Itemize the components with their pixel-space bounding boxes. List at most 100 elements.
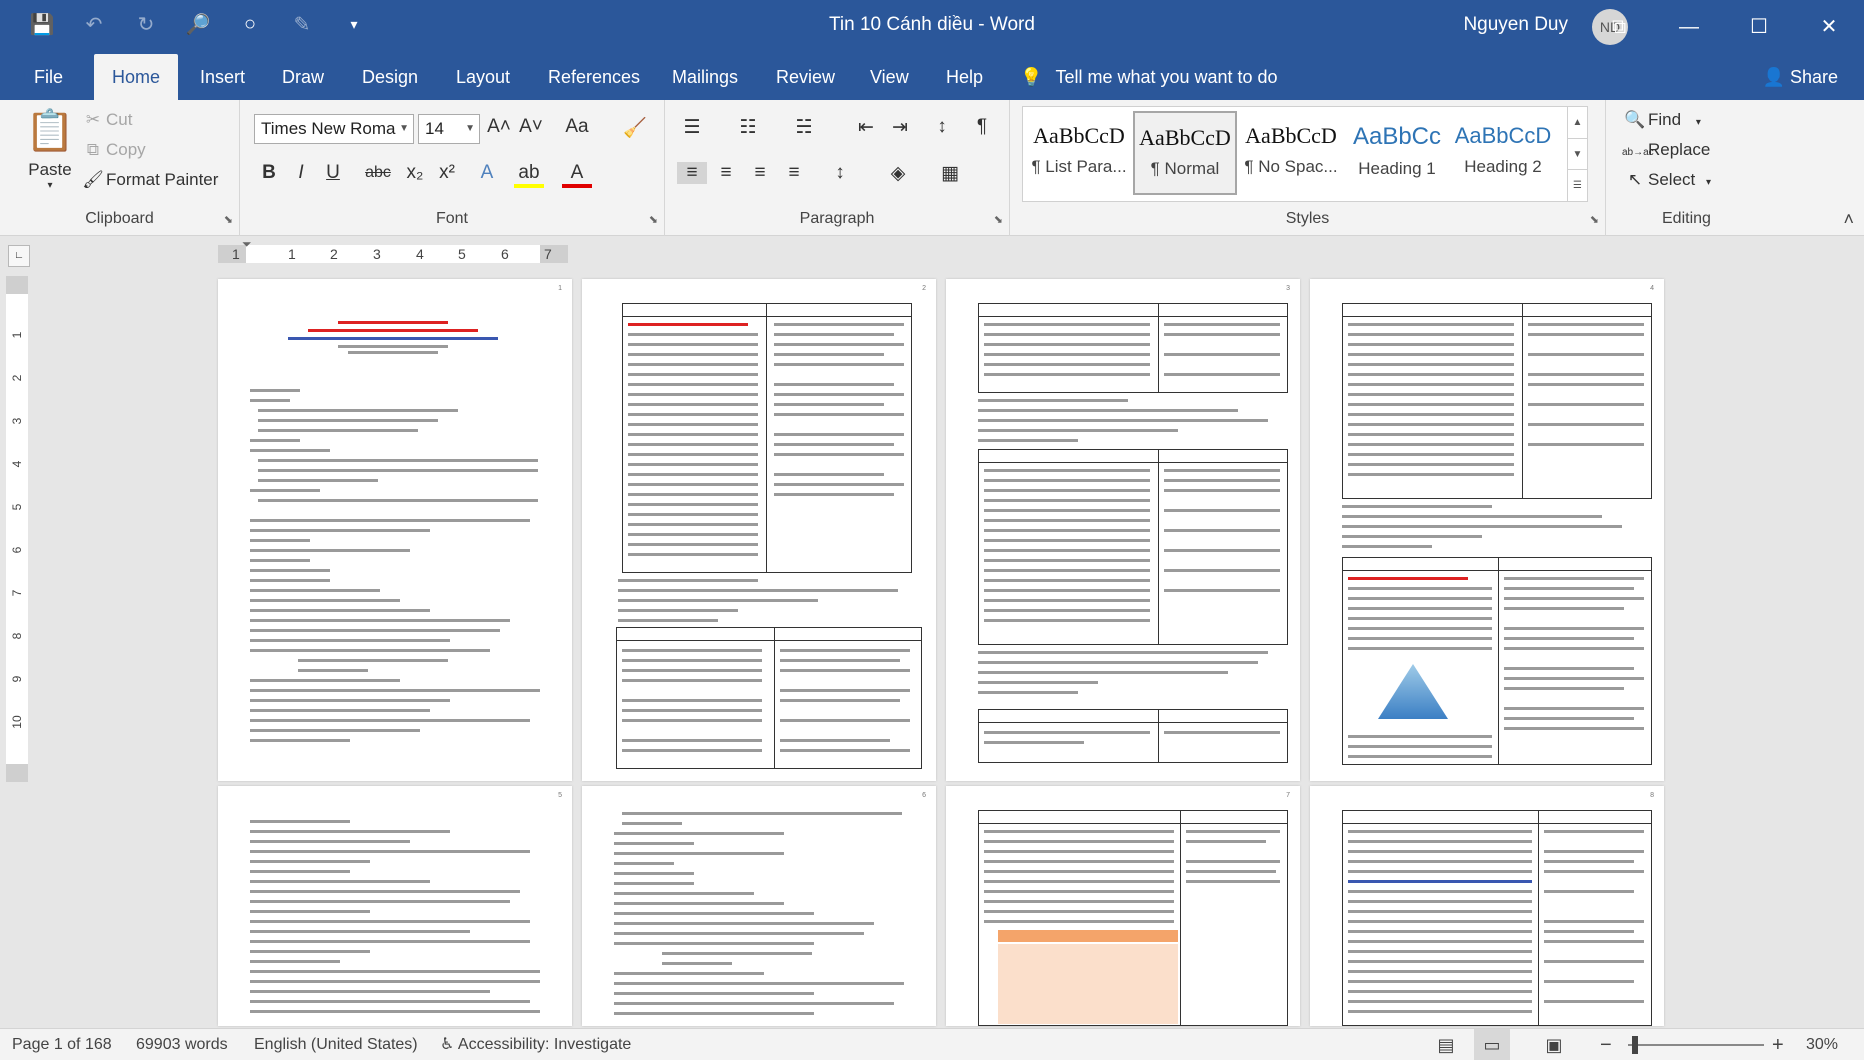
cut-button[interactable]: ✂ Cut [80, 110, 133, 130]
font-color-icon[interactable]: A [562, 162, 592, 188]
indent-marker-icon[interactable]: ⏷ [242, 237, 252, 252]
grow-font-icon[interactable]: A˄ [484, 116, 514, 138]
share-button[interactable]: 👤 Share [1763, 54, 1838, 100]
chevron-up-icon[interactable]: ▲ [1568, 107, 1587, 138]
bullets-icon[interactable]: ☰ [677, 116, 707, 139]
tab-references[interactable]: References [548, 54, 640, 100]
numbering-icon[interactable]: ☷ [733, 116, 763, 139]
horizontal-ruler[interactable]: 1 1 2 3 4 5 6 7 ⏷ [218, 237, 568, 263]
dialog-launcher-icon[interactable]: ⬊ [994, 213, 1003, 226]
align-left-icon[interactable]: ≡ [677, 162, 707, 184]
show-formatting-icon[interactable]: ¶ [967, 116, 997, 138]
zoom-slider[interactable] [1628, 1044, 1764, 1046]
accessibility-status[interactable]: ♿ Accessibility: Investigate [440, 1029, 631, 1060]
decrease-indent-icon[interactable]: ⇤ [851, 116, 881, 139]
more-styles-icon[interactable]: ☰ [1568, 169, 1587, 200]
chevron-down-icon[interactable]: ▼ [465, 115, 475, 143]
sort-icon[interactable]: ↕ [927, 116, 957, 138]
tab-layout[interactable]: Layout [456, 54, 510, 100]
replace-button[interactable]: ab→acReplace [1622, 140, 1710, 160]
multilevel-list-icon[interactable]: ☵ [789, 116, 819, 139]
tell-me-search[interactable]: 💡 Tell me what you want to do [1020, 54, 1278, 100]
ribbon-display-icon[interactable]: ⧉ [1584, 0, 1654, 54]
page[interactable]: 7 [946, 786, 1300, 1026]
strikethrough-icon[interactable]: abc [360, 164, 396, 182]
zoom-in-icon[interactable]: + [1772, 1029, 1784, 1060]
tab-help[interactable]: Help [946, 54, 983, 100]
font-name-combo[interactable]: Times New Roma ▼ [254, 114, 414, 144]
page[interactable]: 6 [582, 786, 936, 1026]
language[interactable]: English (United States) [254, 1029, 418, 1060]
copy-button[interactable]: ⧉ Copy [80, 140, 146, 160]
style-list-paragraph[interactable]: AaBbCcD ¶ List Para... [1027, 111, 1131, 195]
zoom-out-icon[interactable]: − [1600, 1029, 1612, 1060]
ruler-number: 6 [501, 246, 509, 262]
underline-icon[interactable]: U [318, 162, 348, 184]
style-no-spacing[interactable]: AaBbCcD ¶ No Spac... [1239, 111, 1343, 195]
tab-selector[interactable]: ∟ [8, 245, 30, 267]
clear-formatting-icon[interactable]: 🧹 [620, 116, 650, 140]
vertical-ruler[interactable]: 1 2 3 4 5 6 7 8 9 10 [6, 276, 28, 782]
page[interactable]: 3 [946, 279, 1300, 781]
vruler-margin-bottom [6, 764, 28, 782]
style-heading-1[interactable]: AaBbCc Heading 1 [1345, 111, 1449, 195]
align-center-icon[interactable]: ≡ [711, 162, 741, 184]
tab-home[interactable]: Home [94, 54, 178, 100]
user-name[interactable]: Nguyen Duy [1463, 14, 1568, 36]
bold-icon[interactable]: B [254, 162, 284, 184]
tab-design[interactable]: Design [362, 54, 418, 100]
maximize-button[interactable]: ☐ [1724, 0, 1794, 54]
page-count[interactable]: Page 1 of 168 [12, 1029, 112, 1060]
ruler-number: 2 [10, 374, 24, 382]
font-size-combo[interactable]: 14 ▼ [418, 114, 480, 144]
styles-scroll[interactable]: ▲ ▼ ☰ [1567, 107, 1587, 201]
chevron-down-icon: ▾ [47, 180, 53, 191]
text-effects-icon[interactable]: A [472, 162, 502, 184]
minimize-button[interactable]: — [1654, 0, 1724, 54]
align-right-icon[interactable]: ≡ [745, 162, 775, 184]
style-normal[interactable]: AaBbCcD ¶ Normal [1133, 111, 1237, 195]
format-painter-button[interactable]: 🖌 Format Painter [80, 170, 218, 190]
borders-icon[interactable]: ▦ [935, 162, 965, 185]
accessibility-icon: ♿ [440, 1036, 455, 1053]
dialog-launcher-icon[interactable]: ⬊ [649, 213, 658, 226]
page[interactable]: 1 [218, 279, 572, 781]
style-heading-2[interactable]: AaBbCcD Heading 2 [1451, 111, 1555, 195]
highlight-icon[interactable]: ab [514, 162, 544, 188]
read-mode-icon[interactable]: ▤ [1428, 1029, 1464, 1060]
select-button[interactable]: ↖ Select ▾ [1622, 170, 1711, 190]
tab-file[interactable]: File [34, 54, 63, 100]
dialog-launcher-icon[interactable]: ⬊ [1590, 213, 1599, 226]
italic-icon[interactable]: I [286, 162, 316, 184]
subscript-icon[interactable]: x₂ [400, 162, 430, 184]
paste-button[interactable]: 📋 Paste ▾ [22, 106, 78, 191]
zoom-level[interactable]: 30% [1806, 1029, 1838, 1060]
page[interactable]: 8 [1310, 786, 1664, 1026]
line-spacing-icon[interactable]: ↕ [825, 162, 855, 184]
shrink-font-icon[interactable]: A˅ [516, 116, 546, 138]
print-layout-icon[interactable]: ▭ [1474, 1029, 1510, 1060]
increase-indent-icon[interactable]: ⇥ [885, 116, 915, 139]
page[interactable]: 5 [218, 786, 572, 1026]
close-button[interactable]: ✕ [1794, 0, 1864, 54]
chevron-down-icon[interactable]: ▼ [1568, 138, 1587, 169]
web-layout-icon[interactable]: ▣ [1536, 1029, 1572, 1060]
collapse-ribbon-icon[interactable]: ˄ [1843, 209, 1854, 230]
justify-icon[interactable]: ≡ [779, 162, 809, 184]
change-case-icon[interactable]: Aa [562, 116, 592, 138]
ruler-number: 9 [10, 675, 24, 683]
tab-review[interactable]: Review [776, 54, 835, 100]
zoom-slider-thumb[interactable] [1632, 1036, 1638, 1054]
page[interactable]: 4 [1310, 279, 1664, 781]
tab-draw[interactable]: Draw [282, 54, 324, 100]
find-button[interactable]: 🔍 Find ▾ [1622, 110, 1700, 130]
page[interactable]: 2 [582, 279, 936, 781]
dialog-launcher-icon[interactable]: ⬊ [224, 213, 233, 226]
tab-insert[interactable]: Insert [200, 54, 245, 100]
tab-mailings[interactable]: Mailings [672, 54, 738, 100]
chevron-down-icon[interactable]: ▼ [399, 115, 409, 143]
superscript-icon[interactable]: x² [432, 162, 462, 184]
word-count[interactable]: 69903 words [136, 1029, 228, 1060]
tab-view[interactable]: View [870, 54, 909, 100]
shading-icon[interactable]: ◈ [883, 162, 913, 185]
